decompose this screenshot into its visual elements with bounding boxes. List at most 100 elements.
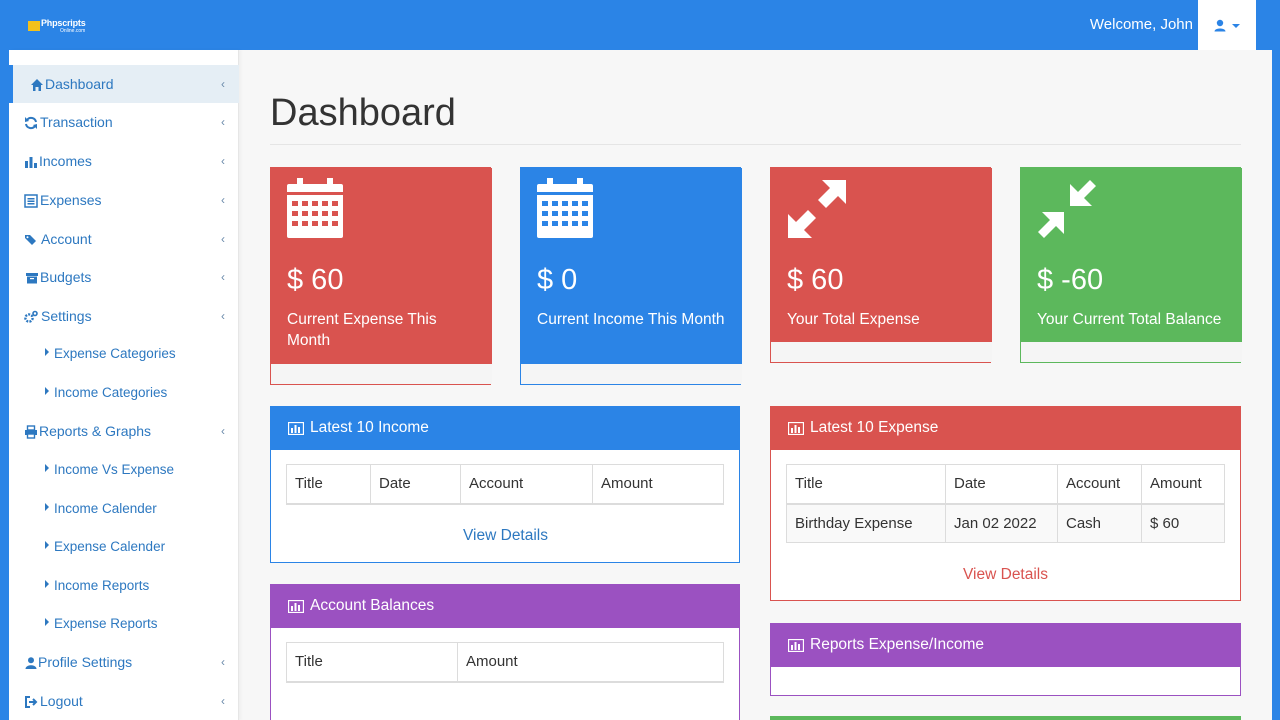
bar-chart-icon xyxy=(788,639,804,652)
column-header[interactable]: Title xyxy=(286,464,371,505)
column-header[interactable]: Title xyxy=(786,464,946,505)
user-menu-button[interactable] xyxy=(1198,0,1256,50)
stat-value: $ 60 xyxy=(787,264,844,296)
sidebar-item-label: Profile Settings xyxy=(38,654,133,670)
sidebar-subitem-income-calender[interactable]: Income Calender xyxy=(9,490,239,528)
next-panel-edge xyxy=(770,716,1241,720)
sidebar-item-transaction[interactable]: Transaction ‹ xyxy=(9,103,239,141)
stat-card-footer xyxy=(1021,342,1242,362)
sidebar-item-settings[interactable]: Settings ‹ xyxy=(9,297,239,335)
cogs-icon xyxy=(24,310,38,323)
sidebar-item-label: Incomes xyxy=(39,153,92,169)
logo-text: Phpscripts xyxy=(41,18,86,28)
caret-right-icon xyxy=(45,618,49,626)
sidebar-subitem-expense-categories[interactable]: Expense Categories xyxy=(9,335,239,373)
sidebar-item-reports-graphs[interactable]: Reports & Graphs ‹ xyxy=(9,412,239,450)
sidebar-subitem-income-reports[interactable]: Income Reports xyxy=(9,567,239,605)
view-details-link[interactable]: View Details xyxy=(463,527,548,545)
sidebar-subitem-label: Expense Categories xyxy=(54,346,176,361)
table-row: Birthday Expense Jan 02 2022 Cash $ 60 xyxy=(786,503,1225,543)
chevron-left-icon: ‹ xyxy=(221,232,225,246)
table-header-row: Title Date Account Amount xyxy=(286,464,724,505)
panel-header: Reports Expense/Income xyxy=(771,624,1240,667)
sidebar-item-budgets[interactable]: Budgets ‹ xyxy=(9,258,239,296)
chevron-left-icon: ‹ xyxy=(221,424,225,438)
calendar-icon xyxy=(537,178,593,238)
sidebar-subitem-expense-reports[interactable]: Expense Reports xyxy=(9,605,239,643)
bar-chart-icon xyxy=(788,422,804,435)
reports-panel: Reports Expense/Income xyxy=(770,623,1241,696)
top-navbar: Phpscripts Online.com Welcome, John xyxy=(0,0,1280,50)
sign-out-icon xyxy=(25,696,38,708)
stat-value: $ 0 xyxy=(537,264,578,296)
chevron-left-icon: ‹ xyxy=(221,270,225,284)
caret-right-icon xyxy=(45,387,49,395)
sidebar-item-profile-settings[interactable]: Profile Settings ‹ xyxy=(9,643,239,681)
bar-chart-icon xyxy=(25,157,37,168)
sidebar-subitem-label: Income Vs Expense xyxy=(54,462,175,477)
list-icon xyxy=(24,194,38,208)
sidebar-subitem-label: Income Reports xyxy=(54,578,150,593)
sidebar-item-logout[interactable]: Logout ‹ xyxy=(9,682,239,720)
stat-label: Current Expense This Month xyxy=(287,311,437,349)
stat-card-footer xyxy=(521,364,742,384)
column-header[interactable]: Account xyxy=(460,464,593,505)
sidebar-item-label: Transaction xyxy=(40,114,113,130)
sidebar-subitem-label: Income Categories xyxy=(54,385,168,400)
panel-title: Account Balances xyxy=(310,597,435,614)
logo[interactable]: Phpscripts Online.com xyxy=(24,16,96,36)
home-icon xyxy=(31,79,43,91)
stat-card-current-income[interactable]: $ 0 Current Income This Month xyxy=(520,167,742,385)
view-details-link[interactable]: View Details xyxy=(963,566,1048,584)
stat-card-current-expense[interactable]: $ 60 Current Expense This Month xyxy=(270,167,492,385)
sidebar-item-account[interactable]: Account ‹ xyxy=(9,220,239,258)
calendar-icon xyxy=(287,178,343,238)
bar-chart-icon xyxy=(288,422,304,435)
sidebar-item-incomes[interactable]: Incomes ‹ xyxy=(9,142,239,180)
sidebar-subitem-label: Income Calender xyxy=(54,501,157,516)
stat-label: Current Income This Month xyxy=(537,311,725,328)
sidebar-subitem-income-categories[interactable]: Income Categories xyxy=(9,374,239,412)
caret-right-icon xyxy=(45,541,49,549)
bar-chart-icon xyxy=(288,600,304,613)
sidebar-item-dashboard[interactable]: Dashboard ‹ xyxy=(9,65,239,103)
stat-label: Your Current Total Balance xyxy=(1037,311,1222,328)
column-header[interactable]: Date xyxy=(370,464,461,505)
sidebar-item-label: Logout xyxy=(40,693,83,709)
sidebar-item-label: Account xyxy=(41,231,92,247)
column-header[interactable]: Title xyxy=(286,642,458,683)
stat-value: $ 60 xyxy=(287,264,344,296)
panel-title: Reports Expense/Income xyxy=(810,636,985,653)
latest-income-panel: Latest 10 Income Title Date Account Amou… xyxy=(270,406,740,563)
stat-card-total-expense[interactable]: $ 60 Your Total Expense xyxy=(770,167,992,363)
table-cell: Birthday Expense xyxy=(786,503,946,543)
column-header[interactable]: Date xyxy=(945,464,1058,505)
sidebar-subitem-label: Expense Calender xyxy=(54,539,166,554)
panel-title: Latest 10 Expense xyxy=(810,419,939,436)
column-header[interactable]: Amount xyxy=(1141,464,1225,505)
table-header-row: Title Amount xyxy=(286,642,724,683)
sidebar-item-label: Expenses xyxy=(40,192,102,208)
panel-header: Latest 10 Expense xyxy=(771,407,1240,450)
column-header[interactable]: Amount xyxy=(592,464,724,505)
sidebar-subitem-label: Expense Reports xyxy=(54,616,158,631)
caret-right-icon xyxy=(45,503,49,511)
stat-card-footer xyxy=(771,342,992,362)
column-header[interactable]: Account xyxy=(1057,464,1142,505)
logo-subtext: Online.com xyxy=(60,28,86,34)
chevron-left-icon: ‹ xyxy=(221,77,225,91)
right-edge-bar xyxy=(1272,50,1280,720)
column-header[interactable]: Amount xyxy=(457,642,724,683)
caret-right-icon xyxy=(45,580,49,588)
sidebar-subitem-income-vs-expense[interactable]: Income Vs Expense xyxy=(9,451,239,489)
sidebar-item-label: Settings xyxy=(41,308,92,324)
expense-table: Title Date Account Amount Birthday Expen… xyxy=(786,464,1225,543)
panel-header: Latest 10 Income xyxy=(271,407,739,450)
sidebar-item-expenses[interactable]: Expenses ‹ xyxy=(9,181,239,219)
chevron-left-icon: ‹ xyxy=(221,655,225,669)
sidebar-subitem-expense-calender[interactable]: Expense Calender xyxy=(9,528,239,566)
tags-icon xyxy=(25,235,36,245)
welcome-text: Welcome, John xyxy=(1089,16,1193,33)
stat-card-total-balance[interactable]: $ -60 Your Current Total Balance xyxy=(1020,167,1242,363)
left-edge-bar xyxy=(0,50,9,720)
